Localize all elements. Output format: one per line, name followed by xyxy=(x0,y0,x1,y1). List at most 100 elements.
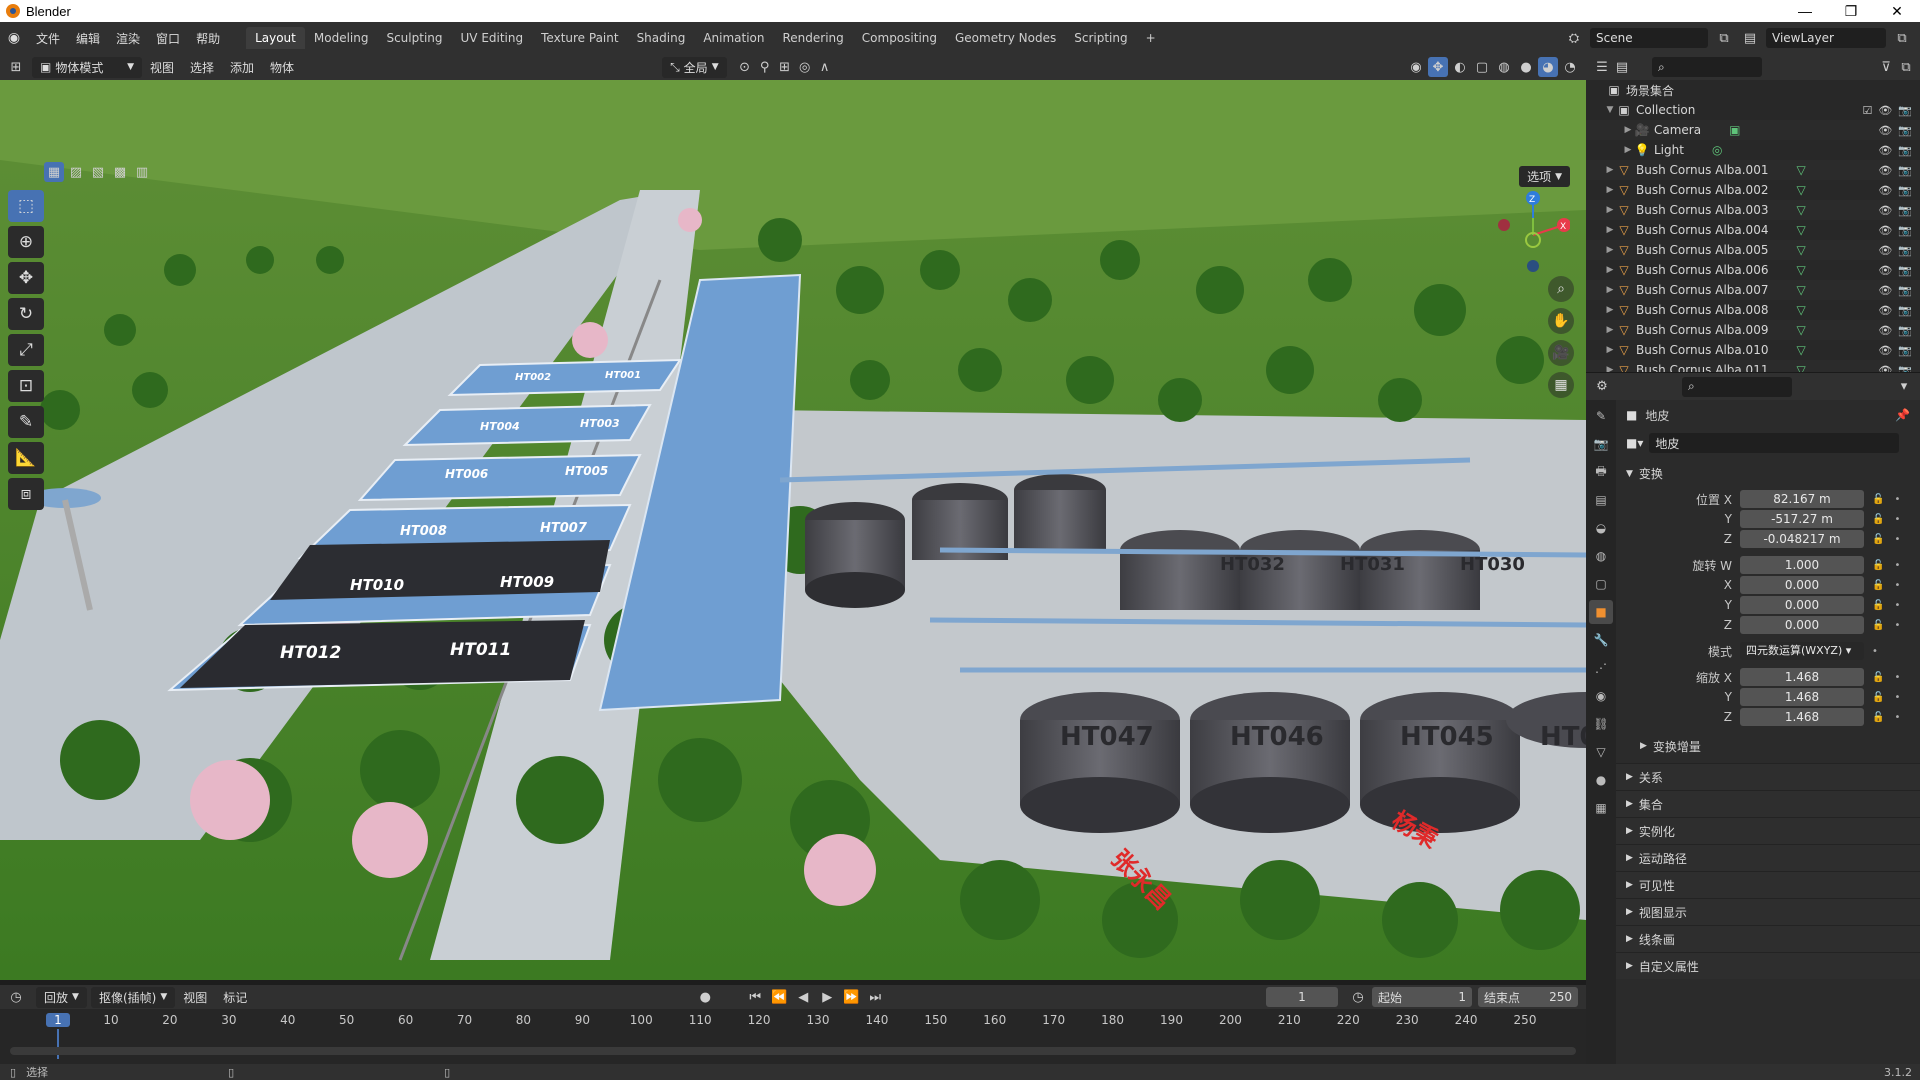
scene-tab-icon[interactable]: ◒ xyxy=(1589,516,1613,540)
perspective-grid-icon[interactable]: ▦ xyxy=(1548,372,1574,398)
outliner-item[interactable]: ▶ ▽ Bush Cornus Alba.005 ▽ 👁 📷 xyxy=(1586,240,1920,260)
eye-icon[interactable]: 👁 xyxy=(1878,304,1892,317)
eye-icon[interactable]: 👁 xyxy=(1878,184,1892,197)
expand-toggle-icon[interactable]: ▶ xyxy=(1604,185,1616,195)
world-tab-icon[interactable]: ◍ xyxy=(1589,544,1613,568)
camera-view-icon[interactable]: 🎥 xyxy=(1548,340,1574,366)
lock-icon[interactable]: 🔓 xyxy=(1872,580,1884,591)
timeline-menu-view[interactable]: 视图 xyxy=(175,989,215,1006)
eye-icon[interactable]: 👁 xyxy=(1878,164,1892,177)
eye-icon[interactable]: 👁 xyxy=(1878,364,1892,373)
properties-panel-header[interactable]: ▶ 运动路径 xyxy=(1616,844,1920,871)
new-view-layer-icon[interactable]: ⧉ xyxy=(1892,28,1912,48)
annotate-tool-icon[interactable]: ✎ xyxy=(8,406,44,438)
keyframe-icon[interactable]: • xyxy=(1872,646,1878,657)
lock-icon[interactable]: 🔓 xyxy=(1872,672,1884,683)
expand-toggle-icon[interactable]: ▶ xyxy=(1604,205,1616,215)
tab-uv-editing[interactable]: UV Editing xyxy=(452,27,533,49)
tool-tab-icon[interactable]: ✎ xyxy=(1589,404,1613,428)
eye-icon[interactable]: 👁 xyxy=(1878,324,1892,337)
eye-icon[interactable]: 👁 xyxy=(1878,124,1892,137)
keyframe-icon[interactable]: • xyxy=(1894,534,1900,545)
keyframe-icon[interactable]: • xyxy=(1894,600,1900,611)
camera-render-icon[interactable]: 📷 xyxy=(1898,304,1912,317)
proportional-edit-icon[interactable]: ◎ xyxy=(795,57,815,77)
keyframe-icon[interactable]: • xyxy=(1894,620,1900,631)
keyframe-icon[interactable]: • xyxy=(1894,580,1900,591)
measure-tool-icon[interactable]: 📐 xyxy=(8,442,44,474)
snap-target-icon[interactable]: ⊞ xyxy=(775,57,795,77)
zoom-icon[interactable]: ⌕ xyxy=(1548,276,1574,302)
3d-viewport[interactable]: HT002 HT001 HT004 HT003 HT006 HT005 HT00… xyxy=(0,80,1586,980)
scene-field[interactable]: Scene xyxy=(1590,28,1708,48)
jump-start-icon[interactable]: ⏮ xyxy=(745,987,765,1007)
lock-icon[interactable]: 🔓 xyxy=(1872,620,1884,631)
outliner[interactable]: ▣ 场景集合 ▼ ▣ Collection ☑ 👁 📷 ▶ 🎥 Camera ▣ 👁 📷 ▶ 💡 Light… xyxy=(1586,80,1920,372)
material-shading-icon[interactable]: ◕ xyxy=(1538,57,1558,77)
rotation-mode-dropdown[interactable]: 四元数运算(WXYZ) ▾ xyxy=(1740,642,1864,660)
rotation-z-field[interactable]: 0.000 xyxy=(1740,616,1864,634)
camera-render-icon[interactable]: 📷 xyxy=(1898,144,1912,157)
camera-render-icon[interactable]: 📷 xyxy=(1898,284,1912,297)
tab-layout[interactable]: Layout xyxy=(246,27,305,49)
expand-toggle-icon[interactable]: ▶ xyxy=(1604,165,1616,175)
eye-icon[interactable]: 👁 xyxy=(1878,144,1892,157)
outliner-item[interactable]: ▶ ▽ Bush Cornus Alba.002 ▽ 👁 📷 xyxy=(1586,180,1920,200)
expand-toggle-icon[interactable]: ▶ xyxy=(1604,225,1616,235)
rotation-w-field[interactable]: 1.000 xyxy=(1740,556,1864,574)
viewport-menu-select[interactable]: 选择 xyxy=(182,59,222,76)
lock-icon[interactable]: 🔓 xyxy=(1872,712,1884,723)
navigation-gizmo[interactable]: Z X xyxy=(1496,190,1571,274)
wireframe-shading-icon[interactable]: ◍ xyxy=(1494,57,1514,77)
expand-toggle-icon[interactable]: ▶ xyxy=(1622,145,1634,155)
rotate-tool-icon[interactable]: ↻ xyxy=(8,298,44,330)
orientation-dropdown[interactable]: ⤡ 全局 ▼ xyxy=(662,56,727,78)
particles-tab-icon[interactable]: ⋰ xyxy=(1589,656,1613,680)
close-button[interactable]: ✕ xyxy=(1874,3,1920,20)
select-box-icon[interactable]: ▦ xyxy=(44,162,64,182)
keyframe-icon[interactable]: • xyxy=(1894,672,1900,683)
tab-sculpting[interactable]: Sculpting xyxy=(377,27,451,49)
solid-shading-icon[interactable]: ● xyxy=(1516,57,1536,77)
keying-menu[interactable]: 抠像(插帧) ▼ xyxy=(90,986,176,1008)
expand-toggle-icon[interactable]: ▶ xyxy=(1604,365,1616,372)
new-scene-icon[interactable]: ⧉ xyxy=(1714,28,1734,48)
new-collection-icon[interactable]: ⧉ xyxy=(1896,57,1916,77)
physics-tab-icon[interactable]: ◉ xyxy=(1589,684,1613,708)
camera-render-icon[interactable]: 📷 xyxy=(1898,184,1912,197)
eye-icon[interactable]: 👁 xyxy=(1878,344,1892,357)
falloff-icon[interactable]: ∧ xyxy=(815,57,835,77)
camera-render-icon[interactable]: 📷 xyxy=(1898,104,1912,117)
play-icon[interactable]: ▶ xyxy=(817,987,837,1007)
constraints-tab-icon[interactable]: ⛓ xyxy=(1589,712,1613,736)
location-z-field[interactable]: -0.048217 m xyxy=(1740,530,1864,548)
display-mode-icon[interactable]: ▤ xyxy=(1612,57,1632,77)
lock-icon[interactable]: 🔓 xyxy=(1872,560,1884,571)
expand-toggle-icon[interactable]: ▶ xyxy=(1604,265,1616,275)
select-invert-icon[interactable]: ▩ xyxy=(110,162,130,182)
frame-ruler[interactable]: 1 10 20 30 40 50 60 70 80 90 100 110 120 130 140 150 160… xyxy=(0,1011,1586,1059)
timeline-editor-icon[interactable]: ◷ xyxy=(6,987,26,1007)
record-icon[interactable]: ● xyxy=(695,987,715,1007)
timeline[interactable]: 1 10 20 30 40 50 60 70 80 90 100 110 120 130 140 150 160… xyxy=(0,1009,1586,1064)
camera-render-icon[interactable]: 📷 xyxy=(1898,264,1912,277)
rotation-x-field[interactable]: 0.000 xyxy=(1740,576,1864,594)
maximize-button[interactable]: ❐ xyxy=(1828,3,1874,20)
transform-panel-header[interactable]: ▼ 变换 xyxy=(1616,460,1920,487)
viewport-menu-add[interactable]: 添加 xyxy=(222,59,262,76)
eye-icon[interactable]: 👁 xyxy=(1878,244,1892,257)
eye-icon[interactable]: 👁 xyxy=(1878,284,1892,297)
camera-render-icon[interactable]: 📷 xyxy=(1898,224,1912,237)
scale-y-field[interactable]: 1.468 xyxy=(1740,688,1864,706)
outliner-item[interactable]: ▶ ▽ Bush Cornus Alba.007 ▽ 👁 📷 xyxy=(1586,280,1920,300)
outliner-editor-icon[interactable]: ☰ xyxy=(1592,57,1612,77)
outliner-item[interactable]: ▶ 🎥 Camera ▣ 👁 📷 xyxy=(1586,120,1920,140)
object-tab-icon[interactable]: ■ xyxy=(1589,600,1613,624)
view-layer-icon[interactable]: ▤ xyxy=(1740,28,1760,48)
menu-file[interactable]: 文件 xyxy=(28,30,68,47)
camera-render-icon[interactable]: 📷 xyxy=(1898,344,1912,357)
data-tab-icon[interactable]: ▽ xyxy=(1589,740,1613,764)
properties-editor-icon[interactable]: ⚙ xyxy=(1592,377,1612,397)
keyframe-icon[interactable]: • xyxy=(1894,494,1900,505)
checkbox-icon[interactable]: ☑ xyxy=(1862,104,1872,117)
